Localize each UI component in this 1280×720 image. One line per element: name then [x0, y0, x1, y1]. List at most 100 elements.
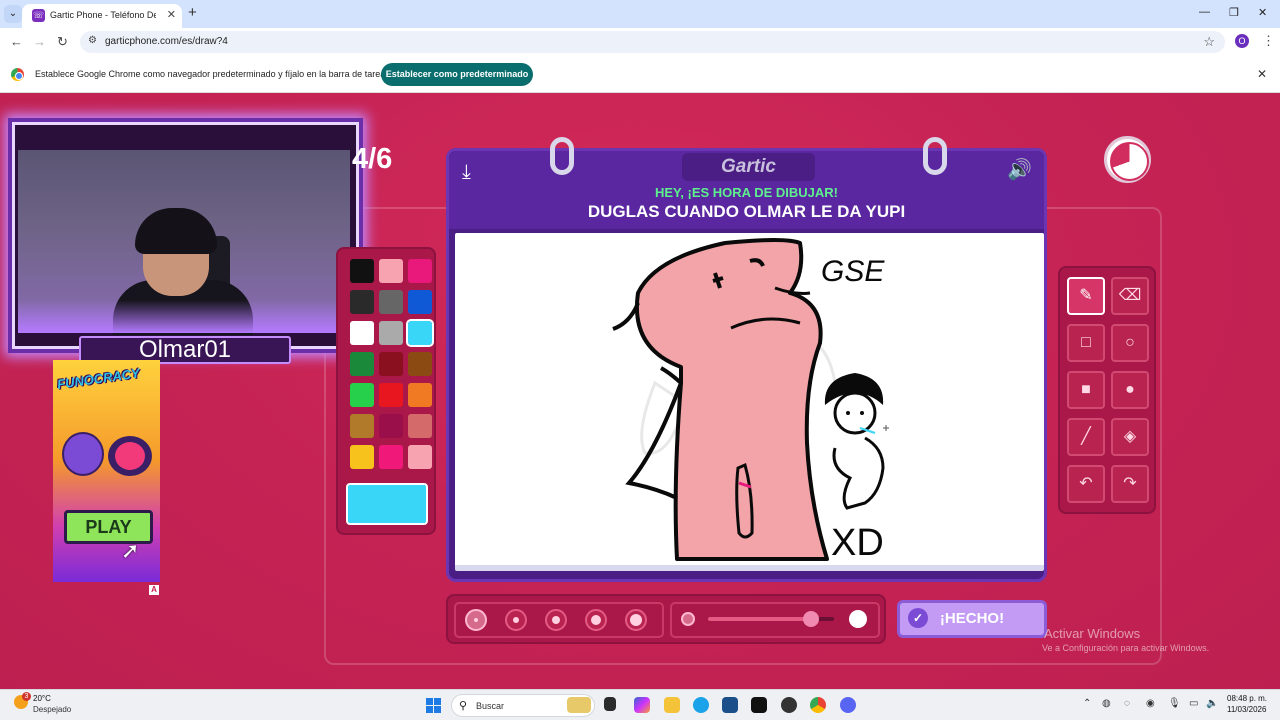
forward-button[interactable]: → [33, 34, 46, 49]
temperature[interactable]: 20°C [33, 694, 51, 703]
brush-size-option[interactable] [585, 609, 607, 631]
pencil-icon[interactable]: ✎ [1067, 277, 1105, 315]
copilot-icon[interactable] [634, 697, 650, 713]
done-button[interactable]: ✓ ¡HECHO! [897, 600, 1047, 638]
omnibox[interactable]: ⚙ garticphone.com/es/draw?4 ☆ [80, 31, 1225, 53]
profile-avatar[interactable]: O [1235, 34, 1249, 48]
color-swatch[interactable] [379, 414, 403, 438]
file-explorer-icon[interactable] [664, 697, 680, 713]
infobar-close-icon[interactable]: ✕ [1257, 67, 1267, 81]
tab-strip: ⌄ ☏ Gartic Phone - Teléfono Descon ✕ + —… [0, 0, 1280, 28]
app-icon[interactable] [781, 697, 797, 713]
ad-play-button[interactable]: PLAY [64, 510, 153, 544]
line-icon[interactable]: ╱ [1067, 418, 1105, 456]
color-swatch[interactable] [408, 259, 432, 283]
start-button[interactable] [426, 698, 441, 713]
speaker-icon[interactable]: 🔈 [1206, 698, 1218, 709]
drawing-board: Gartic ⤓ 🔊 HEY, ¡ES HORA DE DIBUJAR! DUG… [446, 137, 1047, 582]
round-counter: 4/6 [352, 143, 393, 175]
store-icon[interactable] [722, 697, 738, 713]
color-swatch[interactable] [350, 445, 374, 469]
color-swatch[interactable] [350, 414, 374, 438]
color-swatch[interactable] [408, 414, 432, 438]
circle-outline-icon[interactable]: ○ [1111, 324, 1149, 362]
clock-date[interactable]: 11/03/2026 [1227, 705, 1266, 714]
tray-overflow-icon[interactable]: ⌃ [1083, 698, 1091, 709]
chrome-logo-icon [11, 68, 24, 81]
close-tab-icon[interactable]: ✕ [167, 8, 176, 21]
tray-app-icon[interactable]: ◍ [1102, 698, 1111, 709]
color-swatch[interactable] [350, 259, 374, 283]
set-default-button[interactable]: Establecer como predeterminado [381, 63, 533, 86]
color-swatch[interactable] [408, 352, 432, 376]
brush-size-option[interactable] [505, 609, 527, 631]
microphone-icon[interactable]: 🎙 [1168, 698, 1181, 709]
clock-time[interactable]: 08:48 p. m. [1227, 694, 1267, 703]
tab-title: Gartic Phone - Teléfono Descon [50, 10, 156, 20]
webcam-glow [18, 300, 350, 333]
redo-icon[interactable]: ↷ [1111, 465, 1149, 503]
close-window-button[interactable]: ✕ [1258, 6, 1267, 19]
new-tab-button[interactable]: + [188, 4, 197, 21]
site-info-icon[interactable]: ⚙ [88, 35, 97, 46]
ad-logo: FUNOCRACY [56, 365, 141, 392]
download-icon[interactable]: ⤓ [462, 161, 471, 184]
circle-filled-icon[interactable]: ● [1111, 371, 1149, 409]
back-button[interactable]: ← [10, 34, 23, 49]
fill-icon[interactable]: ◈ [1111, 418, 1149, 456]
volume-icon[interactable]: 🔊 [1007, 157, 1032, 182]
ad-banner[interactable]: FUNOCRACY PLAY ➚ [53, 360, 160, 582]
reload-button[interactable]: ↻ [57, 34, 68, 50]
chrome-taskbar-icon[interactable] [810, 697, 826, 713]
windows-activation-hint: Ve a Configuración para activar Windows. [1042, 643, 1210, 653]
color-swatch[interactable] [379, 259, 403, 283]
binder-ring [550, 137, 574, 175]
undo-icon[interactable]: ↶ [1067, 465, 1105, 503]
brush-size-option[interactable] [465, 609, 487, 631]
tray-app-icon[interactable]: ◉ [1146, 698, 1155, 709]
tab-search-button[interactable]: ⌄ [4, 5, 22, 23]
network-icon[interactable]: ▭ [1189, 698, 1198, 709]
color-swatch[interactable] [379, 321, 403, 345]
color-swatch[interactable] [350, 383, 374, 407]
brush-size-option[interactable] [545, 609, 567, 631]
url-text[interactable]: garticphone.com/es/draw?4 [105, 36, 228, 47]
gartic-logo: Gartic [682, 153, 815, 181]
color-swatch[interactable] [350, 290, 374, 314]
minimize-button[interactable]: — [1199, 6, 1210, 18]
color-swatch[interactable] [379, 445, 403, 469]
color-swatch[interactable] [379, 352, 403, 376]
default-browser-infobar: Establece Google Chrome como navegador p… [0, 56, 1280, 93]
address-bar-row: ← → ↻ ⚙ garticphone.com/es/draw?4 ☆ O ⋮ [0, 28, 1280, 56]
search-placeholder: Buscar [476, 701, 505, 711]
color-swatch[interactable] [406, 319, 434, 347]
tray-app-icon[interactable]: ◌ [1124, 698, 1130, 709]
task-view-icon[interactable] [604, 697, 616, 711]
square-filled-icon[interactable]: ■ [1067, 371, 1105, 409]
square-outline-icon[interactable]: □ [1067, 324, 1105, 362]
color-swatch[interactable] [379, 383, 403, 407]
color-swatch[interactable] [379, 290, 403, 314]
bookmark-star-icon[interactable]: ☆ [1203, 34, 1215, 50]
chrome-menu-icon[interactable]: ⋮ [1262, 33, 1275, 49]
opacity-max-icon [849, 610, 867, 628]
color-swatch[interactable] [350, 321, 374, 345]
ad-choices-badge[interactable]: A [149, 585, 159, 595]
weather-condition[interactable]: Despejado [33, 705, 71, 714]
tiktok-icon[interactable] [751, 697, 767, 713]
eraser-icon[interactable]: ⌫ [1111, 277, 1149, 315]
done-button-label: ¡HECHO! [939, 610, 1005, 627]
active-tab[interactable]: ☏ Gartic Phone - Teléfono Descon ✕ [22, 4, 182, 28]
brush-size-option[interactable] [625, 609, 647, 631]
taskbar: 3 20°C Despejado ⚲ Buscar ⌃ ◍ ◌ ◉ 🎙 ▭ 🔈 … [0, 689, 1280, 720]
restore-button[interactable]: ❐ [1229, 6, 1239, 19]
prompt-subtitle: HEY, ¡ES HORA DE DIBUJAR! [655, 185, 838, 200]
drawing-canvas[interactable]: GSE XD [455, 233, 1044, 571]
color-swatch[interactable] [408, 445, 432, 469]
color-swatch[interactable] [408, 290, 432, 314]
edge-icon[interactable] [693, 697, 709, 713]
weather-badge: 3 [22, 692, 31, 701]
color-swatch[interactable] [408, 383, 432, 407]
discord-icon[interactable] [840, 697, 856, 713]
color-swatch[interactable] [350, 352, 374, 376]
